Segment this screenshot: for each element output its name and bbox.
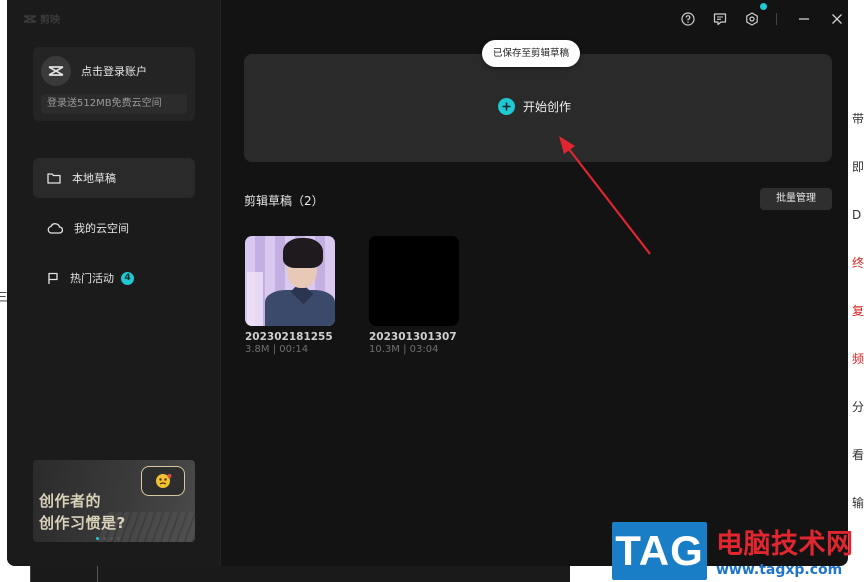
close-icon[interactable] [828,10,846,28]
watermark-logo: TAG [612,522,707,580]
minimize-icon[interactable] [795,10,813,28]
app-logo: 剪映 [23,11,60,26]
drafts-section-title: 剪辑草稿（2） [244,194,324,208]
feedback-icon[interactable] [711,10,729,28]
batch-manage-button[interactable]: 批量管理 [760,188,832,210]
plus-icon [498,98,515,115]
emoji-bubble-icon [141,466,185,496]
capcut-avatar-icon [48,66,64,76]
cloud-icon [47,223,63,234]
sidebar-item-cloud-space[interactable]: 我的云空间 [33,208,195,248]
background-text: 即 [852,160,864,174]
background-text: D [852,208,862,222]
background-right-edge: 带 即 D 终 复 频 分 看 输 [848,0,864,582]
background-text: 复 [852,304,864,318]
background-text: 带 [852,112,864,126]
background-text: 输 [852,496,864,510]
background-text: 频 [852,352,864,366]
draft-card[interactable]: 202302181255 3.8M | 00:14 [245,236,345,355]
save-toast: 已保存至剪辑草稿 [482,40,581,67]
watermark: TAG 电脑技术网 www.tagxp.com [612,520,864,582]
watermark-url: www.tagxp.com [716,562,843,578]
background-text: 分 [852,400,864,414]
sidebar-item-label: 热门活动 [70,272,114,285]
avatar[interactable] [41,56,71,86]
sidebar-item-hot-events[interactable]: 热门活动 4 [33,258,195,298]
draft-thumbnail[interactable] [245,236,335,326]
watermark-title: 电脑技术网 [716,529,854,560]
settings-icon[interactable] [743,10,761,28]
folder-icon [47,173,61,184]
topbar-separator [776,13,777,25]
draft-thumbnail[interactable] [369,236,459,326]
flag-icon [48,272,58,284]
sidebar: 剪映 点击登录账户 登录送512MB免费云空间 本地草稿 我的云空间 热门活动 … [7,0,221,566]
draft-meta: 3.8M | 00:14 [245,344,309,355]
background-text: 终 [852,256,864,270]
account-card[interactable]: 点击登录账户 登录送512MB免费云空间 [33,47,195,121]
draft-card[interactable]: 202301301307 10.3M | 03:04 [369,236,469,355]
draft-name: 202301301307 [369,331,457,343]
draft-name: 202302181255 [245,331,333,343]
cloud-promo-text[interactable]: 登录送512MB免费云空间 [41,94,187,114]
background-taskbar [30,566,570,582]
help-icon[interactable] [679,10,697,28]
promo-line-2: 创作习惯是? [39,514,126,532]
sidebar-item-label: 本地草稿 [72,172,116,185]
capcut-logo-icon [23,14,37,23]
sidebar-item-local-drafts[interactable]: 本地草稿 [33,158,195,198]
promo-banner[interactable]: 创作者的 创作习惯是? [33,460,195,542]
carousel-dots[interactable] [96,537,120,540]
start-creation-button[interactable]: 开始创作 [498,98,571,115]
notification-badge: 4 [121,271,134,285]
login-link[interactable]: 点击登录账户 [81,63,147,79]
start-creation-panel[interactable]: 开始创作 [244,54,832,162]
settings-notification-dot [760,3,767,10]
background-left-edge: 三 [0,0,8,582]
draft-meta: 10.3M | 03:04 [369,344,439,355]
background-text: 看 [852,448,864,462]
sidebar-item-label: 我的云空间 [74,222,129,235]
start-creation-label: 开始创作 [523,100,572,114]
app-name: 剪映 [40,15,60,26]
app-window: 剪映 点击登录账户 登录送512MB免费云空间 本地草稿 我的云空间 热门活动 … [7,0,848,566]
promo-line-1: 创作者的 [39,492,102,510]
